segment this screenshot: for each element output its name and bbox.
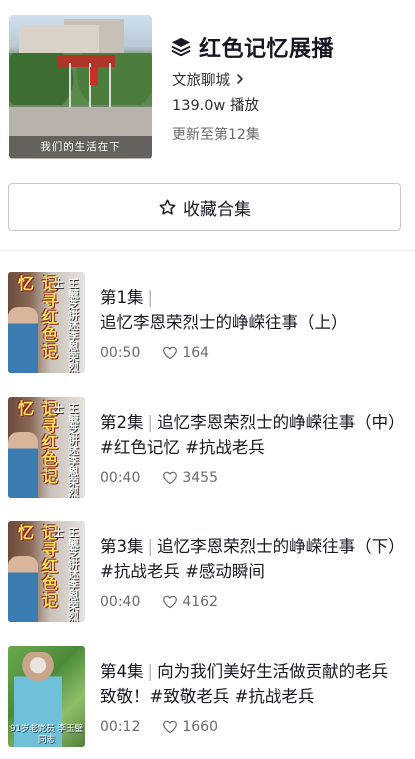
thumb-small-text: 王毓芝讲述李恩荣烈士 xyxy=(52,403,79,498)
episode-likes: 4162 xyxy=(182,594,218,610)
episode-title-text: 追忆李恩荣烈士的峥嵘往事（上） xyxy=(100,313,348,332)
heart-outline-icon xyxy=(163,346,178,360)
episode-number: 第1集 xyxy=(100,288,144,307)
collection-title: 红色记忆展播 xyxy=(199,37,335,62)
update-status: 更新至第12集 xyxy=(172,127,260,143)
chevron-right-icon xyxy=(237,74,243,84)
thumb-small-text: 王毓芝讲述李恩荣烈士 xyxy=(52,527,79,622)
episode-meta: 00:40 4162 xyxy=(100,592,218,612)
episode-duration: 00:40 xyxy=(100,470,141,486)
episode-title: 第3集 | 追忆李恩荣烈士的峥嵘往事（下）#抗战老兵 #感动瞬间 xyxy=(100,537,397,581)
cover-caption: 我们的生活在下 xyxy=(9,136,152,158)
episode-meta: 00:12 1660 xyxy=(100,717,218,737)
author-link[interactable]: 文旅聊城 xyxy=(172,69,246,89)
cover-building xyxy=(19,25,99,53)
episode-title: 第1集 |追忆李恩荣烈士的峥嵘往事（上） xyxy=(100,288,348,332)
heart-outline-icon xyxy=(163,720,178,734)
episode-item[interactable]: 记寻红色记忆 王毓芝讲述李恩荣烈士 第2集 | 追忆李恩荣烈士的峥嵘往事（中）#红色… xyxy=(0,397,415,501)
thumb-big-text: 记寻红色记忆 xyxy=(15,400,58,485)
heart-outline-icon xyxy=(163,471,178,485)
episode-meta: 00:40 3455 xyxy=(100,468,218,488)
episode-duration: 00:50 xyxy=(100,345,141,361)
episode-item[interactable]: 91岁老党员 李玉璧同志 第4集 | 向为我们美好生活做贡献的老兵致敬！#致敬老兵 … xyxy=(0,646,415,750)
collect-collection-button[interactable]: 收藏合集 xyxy=(8,183,401,231)
episode-thumbnail[interactable]: 记寻红色记忆 王毓芝讲述李恩荣烈士 xyxy=(8,272,85,373)
section-divider xyxy=(0,250,415,251)
author-name: 文旅聊城 xyxy=(172,72,230,89)
episode-item[interactable]: 记寻红色记忆 王毓芝讲述李恩荣烈士 第1集 |追忆李恩荣烈士的峥嵘往事（上） 00… xyxy=(0,272,415,376)
episode-number: 第2集 xyxy=(100,413,144,432)
episode-likes: 3455 xyxy=(182,470,218,486)
episode-likes: 1660 xyxy=(182,719,218,735)
thumb-person xyxy=(8,432,38,498)
cover-flag xyxy=(90,67,98,85)
star-outline-icon xyxy=(159,199,176,215)
thumb-small-text: 王毓芝讲述李恩荣烈士 xyxy=(52,278,79,373)
thumb-big-text: 记寻红色记忆 xyxy=(15,275,58,360)
thumb-big-text: 记寻红色记忆 xyxy=(15,524,58,609)
collection-header: 我们的生活在下 红色记忆展播 文旅聊城 139.0w 播放 更新至第12集 xyxy=(0,0,415,175)
episode-thumbnail[interactable]: 91岁老党员 李玉璧同志 xyxy=(8,646,85,747)
episode-thumbnail[interactable]: 记寻红色记忆 王毓芝讲述李恩荣烈士 xyxy=(8,521,85,622)
thumb-person xyxy=(8,556,38,622)
thumb-caption: 91岁老党员 李玉璧同志 xyxy=(9,724,84,745)
episode-item[interactable]: 记寻红色记忆 王毓芝讲述李恩荣烈士 第3集 | 追忆李恩荣烈士的峥嵘往事（下）#抗战… xyxy=(0,521,415,625)
episode-thumbnail[interactable]: 记寻红色记忆 王毓芝讲述李恩荣烈士 xyxy=(8,397,85,498)
episode-meta: 00:50 164 xyxy=(100,343,209,363)
play-count: 139.0w 播放 xyxy=(172,98,259,114)
collection-cover-image[interactable]: 我们的生活在下 xyxy=(9,15,152,159)
episode-title-text: 追忆李恩荣烈士的峥嵘往事（下）#抗战老兵 #感动瞬间 xyxy=(100,537,397,581)
collection-title-row: 红色记忆展播 xyxy=(170,32,334,62)
collect-label: 收藏合集 xyxy=(183,199,251,220)
episode-duration: 00:12 xyxy=(100,719,141,735)
episode-title-text: 追忆李恩荣烈士的峥嵘往事（中）#红色记忆 #抗战老兵 xyxy=(100,413,397,457)
episode-title: 第2集 | 追忆李恩荣烈士的峥嵘往事（中）#红色记忆 #抗战老兵 xyxy=(100,413,397,457)
episode-number: 第4集 xyxy=(100,662,144,681)
cover-roof xyxy=(57,55,115,67)
episode-likes: 164 xyxy=(182,345,210,361)
episode-title: 第4集 | 向为我们美好生活做贡献的老兵致敬！#致敬老兵 #抗战老兵 xyxy=(100,662,389,706)
episode-duration: 00:40 xyxy=(100,594,141,610)
episode-number: 第3集 xyxy=(100,537,144,556)
layers-icon xyxy=(171,37,191,57)
heart-outline-icon xyxy=(163,595,178,609)
thumb-person xyxy=(8,307,38,373)
